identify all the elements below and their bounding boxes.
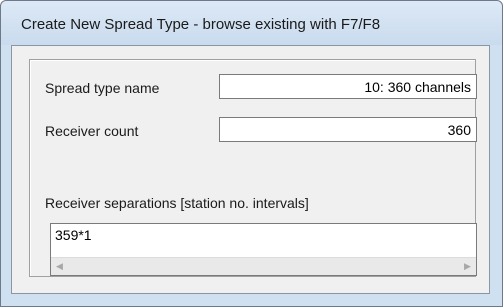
receiver-count-field[interactable]: 360 — [219, 117, 477, 142]
spread-type-name-label: Spread type name — [45, 80, 160, 96]
title-bar[interactable]: Create New Spread Type - browse existing… — [1, 1, 502, 45]
receiver-separations-label: Receiver separations [station no. interv… — [45, 195, 309, 211]
receiver-count-label: Receiver count — [45, 123, 139, 139]
scroll-right-arrow-icon[interactable]: ▶ — [459, 258, 476, 275]
dialog-client-area: Spread type name 10: 360 channels Receiv… — [11, 45, 490, 294]
spread-type-name-field[interactable]: 10: 360 channels — [219, 74, 477, 99]
receiver-separations-field[interactable]: 359*1 ◀ ▶ — [50, 223, 477, 276]
spread-type-group-frame: Spread type name 10: 360 channels Receiv… — [29, 59, 477, 277]
receiver-separations-value: 359*1 — [55, 227, 92, 243]
horizontal-scrollbar[interactable]: ◀ ▶ — [51, 257, 476, 275]
window-title: Create New Spread Type - browse existing… — [21, 16, 381, 33]
scroll-left-arrow-icon[interactable]: ◀ — [51, 258, 68, 275]
dialog-window: Create New Spread Type - browse existing… — [0, 0, 503, 307]
